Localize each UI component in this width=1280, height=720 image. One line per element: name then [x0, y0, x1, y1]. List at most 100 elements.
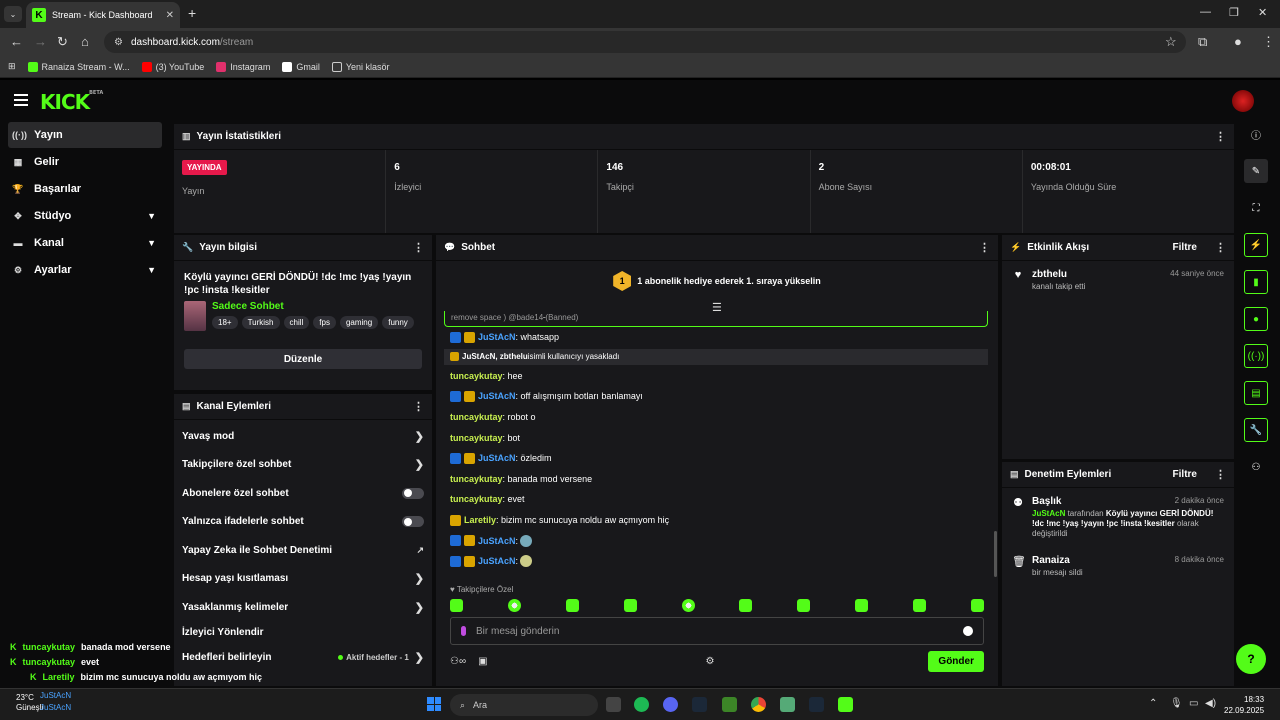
app-icon[interactable]	[780, 697, 795, 712]
emote-icon[interactable]	[855, 599, 869, 612]
spotify-icon[interactable]	[634, 697, 649, 712]
minecraft-icon[interactable]	[722, 697, 737, 712]
back-icon[interactable]: ←	[10, 34, 23, 49]
fullscreen-icon[interactable]: ⛶	[1244, 196, 1268, 220]
emote-icon[interactable]	[681, 599, 695, 612]
extensions-icon[interactable]: ⧉	[1198, 34, 1207, 50]
emote-icon[interactable]	[739, 599, 753, 612]
forward-icon[interactable]: →	[34, 34, 47, 49]
user-avatar[interactable]	[1232, 90, 1254, 112]
help-button[interactable]: ?	[1236, 644, 1266, 674]
more-options-icon[interactable]: ⋮	[1215, 468, 1226, 481]
bookmark-item[interactable]: Yeni klasör	[331, 61, 390, 72]
send-button[interactable]: Gönder	[928, 651, 984, 672]
users-icon[interactable]: ⚇∞	[450, 656, 466, 667]
users-icon[interactable]: ⚇	[1244, 455, 1268, 479]
edit-icon[interactable]: ✎	[1244, 159, 1268, 183]
sidebar-item-kanal[interactable]: ▬ Kanal ▼	[8, 230, 162, 256]
wrench-icon[interactable]: 🔧	[1244, 418, 1268, 442]
microphone-icon[interactable]: 🎙	[1170, 698, 1183, 709]
emote-icon[interactable]	[565, 599, 579, 612]
minimize-icon[interactable]: —	[1200, 6, 1211, 18]
action-ai-moderation[interactable]: Yapay Zeka ile Sohbet Denetimi ↗	[174, 536, 432, 565]
more-options-icon[interactable]: ⋮	[1215, 130, 1226, 143]
emote-icon[interactable]	[507, 599, 521, 612]
chrome-icon[interactable]	[751, 697, 766, 712]
kick-icon[interactable]	[838, 697, 853, 712]
hamburger-menu-icon[interactable]	[14, 94, 28, 106]
action-slow-mode[interactable]: Yavaş mod ❯	[174, 422, 432, 451]
chat-icon[interactable]: ●	[1244, 307, 1268, 331]
emote-icon[interactable]	[450, 599, 463, 612]
maximize-icon[interactable]: ❐	[1229, 6, 1239, 19]
subscribers-only-toggle[interactable]	[402, 487, 424, 499]
chat-scrollbar[interactable]	[994, 531, 997, 577]
emote-icon[interactable]	[623, 599, 637, 612]
more-options-icon[interactable]: ⋮	[979, 241, 990, 254]
gear-icon[interactable]: ⚙	[706, 656, 715, 667]
site-info-icon[interactable]: ⚙	[114, 37, 123, 48]
action-host[interactable]: İzleyici Yönlendir	[174, 622, 432, 644]
sidebar-item-gelir[interactable]: ▦ Gelir	[8, 149, 162, 175]
steam-icon[interactable]	[692, 697, 707, 712]
steam-icon[interactable]	[809, 697, 824, 712]
home-icon[interactable]: ⌂	[81, 34, 89, 49]
bookmark-item[interactable]: Instagram	[216, 61, 270, 72]
menu-icon[interactable]: ⋮	[1262, 34, 1275, 50]
more-options-icon[interactable]: ⋮	[1215, 241, 1226, 254]
emote-icon[interactable]	[797, 599, 811, 612]
gift-sub-banner[interactable]: 1 1 abonelik hediye ederek 1. sıraya yük…	[436, 261, 998, 301]
file-explorer-icon[interactable]	[606, 697, 621, 712]
profile-icon[interactable]: ●	[1234, 34, 1242, 49]
bookmark-item[interactable]: Gmail	[282, 61, 320, 72]
revenue-icon: ▦	[13, 156, 23, 167]
layout-icon[interactable]: ▤	[1244, 381, 1268, 405]
document-icon[interactable]: ▮	[1244, 270, 1268, 294]
sidebar-item-ayarlar[interactable]: ⚙ Ayarlar ▼	[8, 257, 162, 283]
tag: 18+	[212, 316, 238, 329]
sidebar-item-studyo[interactable]: ✥ Stüdyo ▼	[8, 203, 162, 229]
tab-search-icon[interactable]: ⌄	[4, 6, 22, 22]
emote-icon[interactable]	[970, 599, 984, 612]
bookmark-item[interactable]: Ranaiza Stream - W...	[27, 61, 130, 72]
sidebar-item-yayin[interactable]: ((·)) Yayın	[8, 122, 162, 148]
bookmark-item[interactable]: (3) YouTube	[141, 61, 204, 72]
close-window-icon[interactable]: ✕	[1258, 6, 1267, 19]
kick-logo[interactable]: KICKBETA	[40, 90, 103, 114]
lightning-icon[interactable]: ⚡	[1244, 233, 1268, 257]
url-field[interactable]: ⚙ dashboard.kick.com /stream	[104, 31, 1186, 53]
new-tab-icon[interactable]: +	[188, 5, 196, 21]
browser-tab[interactable]: K Stream - Kick Dashboard ✕	[26, 2, 180, 28]
edit-stream-button[interactable]: Düzenle	[184, 349, 422, 369]
close-tab-icon[interactable]: ✕	[166, 10, 174, 21]
network-icon[interactable]: ▭	[1189, 698, 1198, 709]
discord-icon[interactable]	[663, 697, 678, 712]
start-button[interactable]	[427, 697, 441, 711]
chat-input[interactable]: Bir mesaj gönderin	[450, 617, 984, 645]
emoji-picker-icon[interactable]	[963, 626, 973, 636]
bookmark-star-icon[interactable]: ☆	[1165, 34, 1177, 50]
broadcast-icon[interactable]: ((·))	[1244, 344, 1268, 368]
reload-icon[interactable]: ↻	[57, 34, 68, 50]
action-followers-only[interactable]: Takipçilere özel sohbet ❯	[174, 451, 432, 480]
category-name[interactable]: Sadece Sohbet	[212, 301, 414, 312]
action-banned-words[interactable]: Yasaklanmış kelimeler ❯	[174, 593, 432, 622]
action-goals[interactable]: Hedefleri belirleyin Aktif hedefler - 1 ❯	[174, 644, 432, 673]
clock[interactable]: 18:33 22.09.2025	[1224, 694, 1264, 716]
microphone-icon[interactable]	[461, 626, 466, 636]
filter-button[interactable]: Filtre	[1173, 242, 1197, 253]
volume-icon[interactable]: ◀)	[1205, 698, 1216, 709]
tray-expand-icon[interactable]: ⌃	[1149, 698, 1157, 709]
taskbar-search[interactable]: ⌕ Ara	[450, 694, 598, 716]
weather-widget[interactable]: JuStAcN 23°C Güneşli JuStAcN	[16, 691, 71, 713]
more-options-icon[interactable]: ⋮	[413, 400, 424, 413]
filter-button[interactable]: Filtre	[1173, 469, 1197, 480]
info-icon[interactable]: ⓘ	[1244, 122, 1268, 146]
apps-icon[interactable]: ⊞	[8, 61, 16, 72]
emote-only-toggle[interactable]	[402, 516, 424, 528]
store-icon[interactable]: ▣	[478, 656, 487, 667]
action-account-age[interactable]: Hesap yaşı kısıtlaması ❯	[174, 565, 432, 594]
emote-icon[interactable]	[913, 599, 926, 612]
more-options-icon[interactable]: ⋮	[413, 241, 424, 254]
sidebar-item-basarilar[interactable]: 🏆 Başarılar	[8, 176, 162, 202]
